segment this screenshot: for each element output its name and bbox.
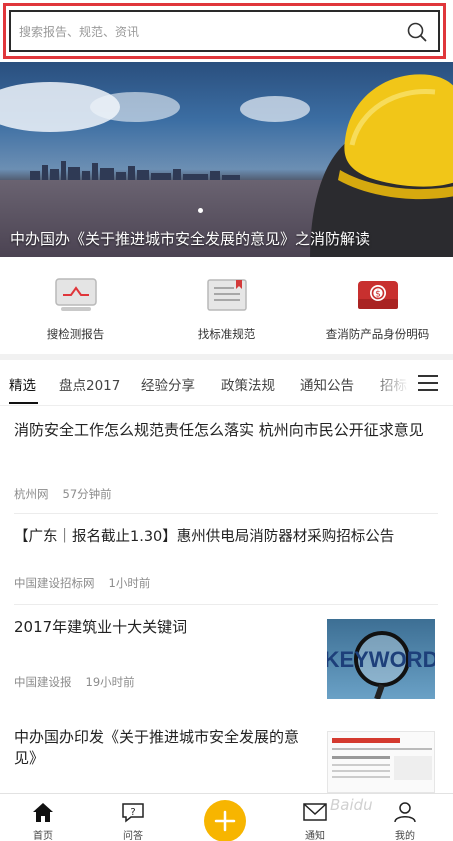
article-title: 中办国办印发《关于推进城市安全发展的意见》 [14, 728, 300, 767]
list-item[interactable]: 中办国办印发《关于推进城市安全发展的意见》 [0, 715, 453, 795]
article-title: 2017年建筑业十大关键词 [14, 618, 188, 636]
active-tab-indicator [9, 402, 38, 404]
quick-link-product-id[interactable]: $ 查消防产品身份明码 [302, 257, 453, 354]
document-standard-icon [206, 279, 247, 311]
document-thumbnail-graphic [332, 738, 432, 780]
article-title: 消防安全工作怎么规范责任怎么落实 杭州向市民公开征求意见 [14, 421, 424, 439]
search-box[interactable] [9, 10, 440, 52]
mail-icon [303, 803, 327, 821]
svg-text:?: ? [130, 807, 135, 818]
nav-label: 通知 [305, 831, 325, 841]
article-meta: 中国建设招标网 1小时前 [14, 575, 150, 591]
quick-link-inspection-report[interactable]: 搜检测报告 [0, 257, 151, 354]
nav-home[interactable]: 首页 [8, 794, 78, 841]
nav-label: 问答 [123, 831, 143, 841]
banner-carousel[interactable]: 中办国办《关于推进城市安全发展的意见》之消防解读 [0, 62, 453, 257]
article-title: 【广东｜报名截止1.30】惠州供电局消防器材采购招标公告 [14, 529, 395, 545]
article-source: 中国建设报 [14, 675, 72, 689]
list-item[interactable]: 【广东｜报名截止1.30】惠州供电局消防器材采购招标公告 中国建设招标网 1小时前 [0, 514, 453, 605]
article-meta: 杭州网 57分钟前 [14, 486, 112, 502]
user-icon [394, 802, 416, 823]
keyword-thumbnail-graphic: KEYWORD [327, 631, 435, 699]
svg-text:$: $ [375, 290, 381, 300]
list-item[interactable]: 2017年建筑业十大关键词 中国建设报 19小时前 KEYWORD [0, 605, 453, 715]
nav-label: 首页 [33, 831, 53, 841]
search-input[interactable] [19, 21, 379, 43]
quick-link-label: 搜检测报告 [46, 327, 105, 341]
tab-policy[interactable]: 政策法规 [221, 374, 275, 394]
article-thumbnail: KEYWORD [327, 619, 435, 699]
question-chat-icon: ? [122, 803, 144, 823]
tab-featured[interactable]: 精选 [9, 374, 36, 394]
quick-links: 搜检测报告 找标准规范 $ 查消防产品身份明码 [0, 257, 453, 354]
carousel-indicator[interactable] [198, 208, 203, 213]
search-bar [0, 0, 453, 62]
article-meta: 中国建设报 19小时前 [14, 674, 135, 690]
quick-link-label: 查消防产品身份明码 [325, 327, 430, 341]
nav-profile[interactable]: 我的 [370, 794, 440, 841]
article-thumbnail [327, 731, 435, 793]
product-id-icon: $ [357, 281, 398, 309]
search-icon[interactable] [406, 21, 428, 43]
home-icon [33, 803, 53, 822]
tab-notices[interactable]: 通知公告 [300, 374, 354, 394]
quick-link-label: 找标准规范 [197, 327, 256, 341]
thumbnail-keyword-text: KEYWORD [327, 647, 435, 672]
cloud-shape [90, 92, 180, 122]
article-time: 19小时前 [85, 675, 135, 689]
category-tabs: 精选 盘点2017 经验分享 政策法规 通知公告 招标 [0, 360, 453, 406]
nav-label: 我的 [395, 831, 415, 841]
article-source: 杭州网 [14, 487, 49, 501]
add-button[interactable] [204, 800, 246, 841]
banner-title[interactable]: 中办国办《关于推进城市安全发展的意见》之消防解读 [10, 228, 370, 249]
tab-experience[interactable]: 经验分享 [141, 374, 195, 394]
list-item[interactable]: 消防安全工作怎么规范责任怎么落实 杭州向市民公开征求意见 杭州网 57分钟前 [0, 406, 453, 514]
watermark: Baidu [330, 796, 373, 814]
monitor-report-icon [54, 278, 97, 311]
quick-link-standards[interactable]: 找标准规范 [151, 257, 302, 354]
tab-review-2017[interactable]: 盘点2017 [59, 374, 120, 394]
plus-icon [214, 810, 236, 832]
menu-icon[interactable] [418, 375, 438, 391]
nav-qa[interactable]: ? 问答 [98, 794, 168, 841]
article-source: 中国建设招标网 [14, 576, 95, 590]
tabs-fade [370, 360, 410, 405]
article-time: 57分钟前 [62, 487, 112, 501]
article-time: 1小时前 [108, 576, 151, 590]
